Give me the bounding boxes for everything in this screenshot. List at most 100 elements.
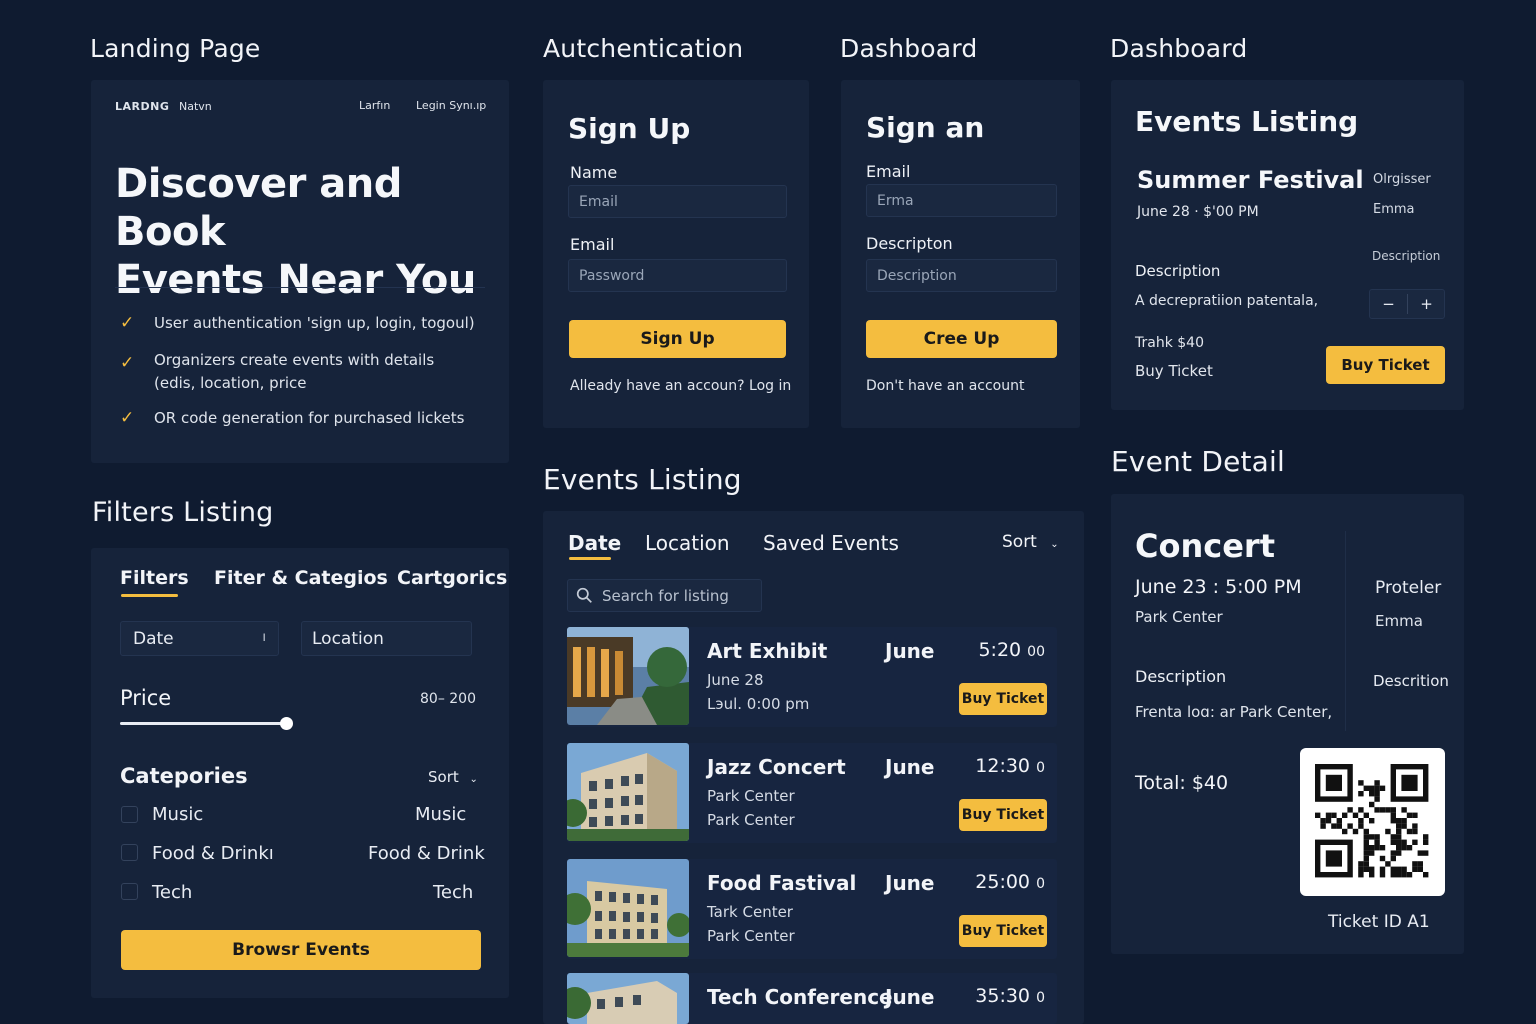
signup-button[interactable]: Sign Up — [569, 320, 786, 358]
category-checkbox-food[interactable] — [121, 844, 138, 861]
price-range-value: 80– 200 — [420, 691, 476, 707]
event-thumbnail — [567, 743, 689, 841]
buy-ticket-button[interactable]: Buy Ticket — [1326, 346, 1445, 384]
hero-line-1: Discover and Book — [115, 161, 402, 255]
description-label: Description — [1135, 262, 1221, 280]
filters-panel: Filters Fiter & Categios Cartgorics Date… — [91, 548, 509, 998]
event-thumbnail — [567, 973, 689, 1024]
categories-heading: Catepories — [120, 764, 248, 788]
description-input[interactable]: Description — [866, 259, 1057, 292]
event-detail-panel: Concert June 23 : 5:00 PM Park Center Pr… — [1111, 494, 1464, 954]
event-month: June — [885, 639, 935, 663]
buy-ticket-label: Buy Ticket — [1135, 362, 1213, 380]
event-line-1: Tark Center — [707, 903, 793, 921]
price-slider-thumb[interactable] — [280, 717, 293, 730]
tab-filter-categories[interactable]: Fiter & Categios — [214, 567, 388, 589]
category-label: Tech — [152, 882, 193, 903]
auth-section-title: Autchentication — [543, 34, 744, 63]
nav-login[interactable]: Larfın — [359, 99, 390, 112]
qr-code-graphic — [1315, 764, 1429, 878]
category-label: Music — [152, 804, 204, 825]
hero-heading: Discover and Book Events Near You — [115, 160, 509, 304]
chevron-down-icon: ⌄ — [1050, 539, 1059, 550]
email-input[interactable]: Erma — [866, 184, 1057, 217]
feature-item: User authentication 'sign up, login, tog… — [154, 314, 475, 332]
quantity-stepper: − + — [1369, 289, 1445, 319]
event-time-value: 5:20 — [978, 639, 1022, 661]
event-time-value: 35:30 — [975, 985, 1031, 1007]
active-tab-indicator — [569, 557, 611, 560]
login-link[interactable]: Alleady have an accoun? Log in — [570, 378, 791, 394]
signup-link[interactable]: Don't have an account — [866, 378, 1024, 394]
event-title: Tech Conference — [707, 985, 893, 1009]
event-date: June 28 · $'00 PM — [1137, 204, 1259, 220]
filters-section-title: Filters Listing — [92, 497, 274, 528]
feature-item: OR code generation for purchased lickets — [154, 409, 465, 427]
detail-section-title: Event Detail — [1111, 445, 1285, 478]
sort-dropdown[interactable]: Sort ⌄ — [1002, 532, 1059, 552]
event-time-value: 12:30 — [975, 755, 1031, 777]
category-checkbox-tech[interactable] — [121, 883, 138, 900]
buy-ticket-button[interactable]: Buy Ticket — [959, 799, 1047, 831]
password-input[interactable]: Password — [568, 259, 787, 292]
event-row[interactable]: Art Exhibit June 5:20 00 June 28 Lэul. 0… — [567, 627, 1057, 727]
organizer-label: Olrgisser — [1373, 172, 1431, 187]
tab-location[interactable]: Location — [645, 531, 730, 555]
nav-signup[interactable]: Legin Synı.ıp — [416, 99, 486, 112]
check-icon: ✓ — [120, 313, 135, 333]
hero-divider — [115, 287, 485, 288]
event-row[interactable]: Jazz Concert June 12:30 0 Park Center Pa… — [567, 743, 1057, 843]
event-row[interactable]: Tech Conference June 35:30 0 — [567, 973, 1057, 1024]
increase-button[interactable]: + — [1408, 290, 1445, 318]
events-section-title: Events Listing — [543, 463, 742, 496]
description-tag: Description — [1372, 249, 1441, 263]
dashboard-section-title: Dashboard — [840, 34, 978, 63]
tab-categories[interactable]: Cartgorics — [397, 567, 507, 589]
search-input[interactable]: Search for listing — [567, 579, 762, 612]
event-thumbnail — [567, 859, 689, 957]
decrease-button[interactable]: − — [1370, 290, 1407, 318]
category-checkbox-music[interactable] — [121, 806, 138, 823]
date-filter-label: Date — [133, 628, 174, 649]
category-value: Food & Drink — [368, 843, 485, 864]
landing-panel: LARDNG Natvn Larfın Legin Synı.ıp Discov… — [91, 80, 509, 463]
events-listing-panel: Date Location Saved Events Sort ⌄ Search… — [543, 511, 1084, 1024]
date-filter[interactable]: Date ı — [120, 621, 279, 656]
event-line-2: Park Center — [707, 811, 795, 829]
event-time-value: 25:00 — [975, 871, 1031, 893]
landing-section-title: Landing Page — [90, 34, 261, 63]
email-label: Email — [570, 235, 615, 254]
event-thumbnail — [567, 627, 689, 725]
event-time-suffix: 0 — [1036, 760, 1045, 776]
location-filter[interactable]: Location — [301, 621, 472, 656]
event-detail-venue: Park Center — [1135, 608, 1223, 626]
signup-panel: Sign Up Name Email Email Password Sign U… — [543, 80, 809, 428]
price-slider-fill — [120, 722, 286, 725]
tab-date[interactable]: Date — [568, 531, 621, 555]
sort-dropdown[interactable]: Sort ⌄ — [428, 768, 478, 786]
price-slider[interactable] — [120, 717, 480, 730]
organizer-name: Emma — [1375, 612, 1423, 630]
tab-filters[interactable]: Filters — [120, 567, 189, 589]
qr-code-icon — [1300, 748, 1445, 896]
feature-item-continued: (edis, location, price — [154, 374, 307, 392]
event-month: June — [885, 871, 935, 895]
sort-label: Sort — [1002, 532, 1037, 552]
nav-brand[interactable]: LARDNG — [115, 100, 169, 113]
create-button[interactable]: Cree Up — [866, 320, 1057, 358]
event-row[interactable]: Food Fastival June 25:00 0 Tark Center P… — [567, 859, 1057, 959]
event-line-2: Park Center — [707, 927, 795, 945]
event-detail-title: Concert — [1135, 527, 1275, 565]
event-title: Jazz Concert — [707, 755, 846, 779]
buy-ticket-button[interactable]: Buy Ticket — [959, 915, 1047, 947]
event-line-2: Lэul. 0:00 pm — [707, 695, 810, 713]
browse-events-button[interactable]: Browsr Events — [121, 930, 481, 970]
name-input[interactable]: Email — [568, 185, 787, 218]
chevron-down-icon: ⌄ — [469, 774, 478, 785]
event-time-suffix: 0 — [1036, 990, 1045, 1006]
event-time-suffix: 00 — [1027, 644, 1045, 660]
buy-ticket-button[interactable]: Buy Ticket — [959, 683, 1047, 715]
tab-saved-events[interactable]: Saved Events — [763, 531, 899, 555]
nav-link[interactable]: Natvn — [179, 100, 212, 113]
email-label: Email — [866, 162, 911, 181]
